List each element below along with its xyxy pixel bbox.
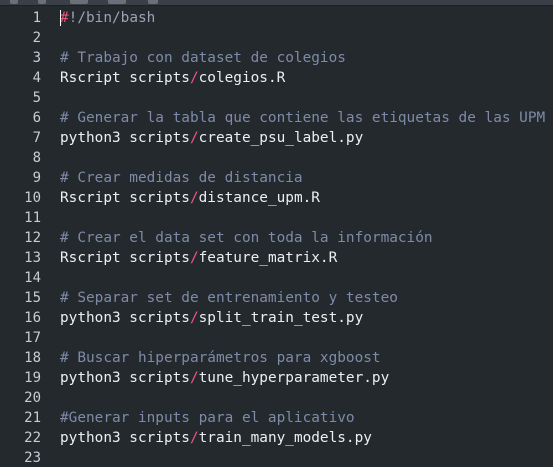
command-prefix: Rscript scripts [60, 190, 190, 206]
forward-icon[interactable] [38, 0, 46, 4]
script-filename: distance_upm.R [198, 190, 320, 206]
line-number: 1 [32, 10, 41, 26]
code-command: Rscript scripts/colegios.R [60, 68, 285, 88]
code-line[interactable]: 20 [0, 388, 553, 408]
script-filename: colegios.R [198, 70, 286, 86]
code-command: python3 scripts/split_train_test.py [60, 308, 363, 328]
code-line[interactable]: 7 python3 scripts/create_psu_label.py [0, 128, 553, 148]
line-number: 6 [32, 110, 41, 126]
save-icon[interactable] [108, 0, 126, 4]
code-comment: # Trabajo con dataset de colegios [60, 50, 346, 66]
line-number: 11 [24, 210, 41, 226]
code-editor[interactable]: 1 #!/bin/bash 2 3 # Trabajo con dataset de c… [0, 6, 553, 467]
path-separator: / [189, 190, 199, 206]
command-prefix: Rscript scripts [60, 250, 190, 266]
line-number: 5 [32, 90, 41, 106]
code-command: Rscript scripts/feature_matrix.R [60, 248, 337, 268]
line-number: 18 [24, 350, 41, 366]
line-number: 16 [24, 310, 41, 326]
script-filename: train_many_models.py [198, 430, 372, 446]
code-command: Rscript scripts/distance_upm.R [60, 188, 320, 208]
code-line[interactable]: 8 [0, 148, 553, 168]
line-number: 10 [24, 190, 41, 206]
command-prefix: python3 scripts [60, 430, 190, 446]
code-comment: # Buscar hiperparámetros para xgboost [60, 350, 381, 366]
code-line[interactable]: 1 #!/bin/bash [0, 8, 553, 28]
code-line[interactable]: 6 # Generar la tabla que contiene las eti… [0, 108, 553, 128]
path-separator: / [189, 70, 199, 86]
shebang-hash: # [60, 10, 69, 26]
code-line[interactable]: 15 # Separar set de entrenamiento y teste… [0, 288, 553, 308]
script-filename: create_psu_label.py [198, 130, 364, 146]
script-filename: split_train_test.py [198, 310, 364, 326]
text-cursor [60, 10, 61, 26]
command-prefix: python3 scripts [60, 310, 190, 326]
code-line[interactable]: 5 [0, 88, 553, 108]
line-number: 20 [24, 390, 41, 406]
code-line[interactable]: 2 [0, 28, 553, 48]
code-comment: # Generar la tabla que contiene las etiq… [60, 110, 546, 126]
path-separator: / [189, 130, 199, 146]
code-line[interactable]: 10 Rscript scripts/distance_upm.R [0, 188, 553, 208]
code-line[interactable]: 3 # Trabajo con dataset de colegios [0, 48, 553, 68]
code-line[interactable]: 22 python3 scripts/train_many_models.py [0, 428, 553, 448]
back-icon[interactable] [10, 0, 18, 4]
code-comment: # Separar set de entrenamiento y testeo [60, 290, 398, 306]
code-line[interactable]: 16 python3 scripts/split_train_test.py [0, 308, 553, 328]
code-line[interactable]: 19 python3 scripts/tune_hyperparameter.py [0, 368, 553, 388]
code-command: python3 scripts/create_psu_label.py [60, 128, 363, 148]
line-number: 7 [32, 130, 41, 146]
line-number: 4 [32, 70, 41, 86]
code-line[interactable]: 12 # Crear el data set con toda la inform… [0, 228, 553, 248]
code-line[interactable]: 14 [0, 268, 553, 288]
path-separator: / [189, 310, 199, 326]
code-line[interactable]: 23 [0, 448, 553, 467]
command-prefix: python3 scripts [60, 130, 190, 146]
file-icon[interactable] [70, 0, 88, 4]
line-number: 8 [32, 150, 41, 166]
script-filename: feature_matrix.R [198, 250, 338, 266]
script-filename: tune_hyperparameter.py [198, 370, 390, 386]
code-comment: #Generar inputs para el aplicativo [60, 410, 355, 426]
code-comment: # Crear el data set con toda la informac… [60, 230, 433, 246]
line-number: 15 [24, 290, 41, 306]
code-line[interactable]: 4 Rscript scripts/colegios.R [0, 68, 553, 88]
line-number: 22 [24, 430, 41, 446]
line-number: 12 [24, 230, 41, 246]
command-prefix: python3 scripts [60, 370, 190, 386]
code-line[interactable]: 17 [0, 328, 553, 348]
line-number: 21 [24, 410, 41, 426]
line-number: 17 [24, 330, 41, 346]
code-command: python3 scripts/tune_hyperparameter.py [60, 368, 389, 388]
path-separator: / [189, 250, 199, 266]
shebang-path: !/bin/bash [68, 10, 156, 26]
command-prefix: Rscript scripts [60, 70, 190, 86]
line-number: 23 [24, 450, 41, 466]
line-number: 2 [32, 30, 41, 46]
code-line[interactable]: 21 #Generar inputs para el aplicativo [0, 408, 553, 428]
path-separator: / [189, 430, 199, 446]
line-number: 3 [32, 50, 41, 66]
code-comment: # Crear medidas de distancia [60, 170, 303, 186]
edit-icon[interactable] [148, 0, 158, 4]
code-line[interactable]: 9 # Crear medidas de distancia [0, 168, 553, 188]
line-number: 19 [24, 370, 41, 386]
line-number: 13 [24, 250, 41, 266]
shebang-line: #!/bin/bash [60, 8, 155, 28]
code-command: python3 scripts/train_many_models.py [60, 428, 372, 448]
code-line[interactable]: 18 # Buscar hiperparámetros para xgboost [0, 348, 553, 368]
line-number: 9 [32, 170, 41, 186]
line-number: 14 [24, 270, 41, 286]
path-separator: / [189, 370, 199, 386]
code-line[interactable]: 13 Rscript scripts/feature_matrix.R [0, 248, 553, 268]
code-line[interactable]: 11 [0, 208, 553, 228]
